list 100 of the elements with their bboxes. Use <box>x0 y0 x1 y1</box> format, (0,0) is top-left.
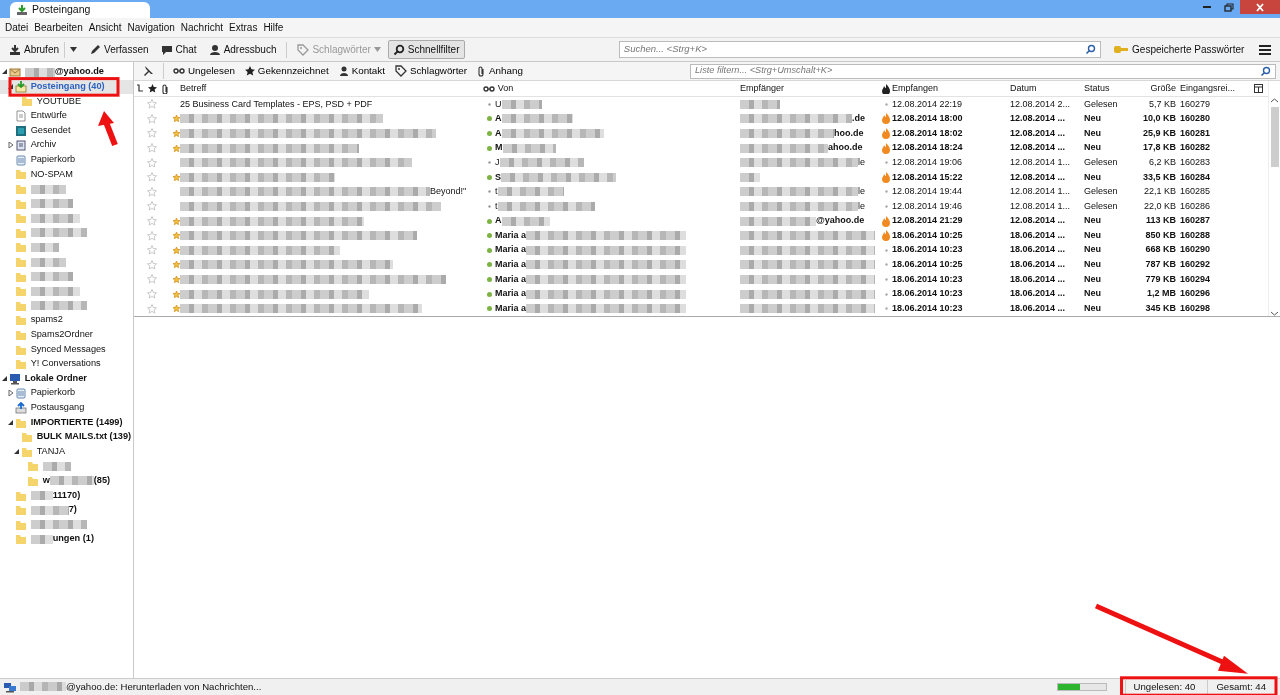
document-icon <box>15 110 27 123</box>
paperclip-icon <box>477 65 487 77</box>
column-header[interactable]: Empfangen <box>892 81 939 96</box>
toolbar-button[interactable]: Schnellfilter <box>387 40 465 59</box>
column-header[interactable]: Eingangsrei... <box>1180 81 1236 96</box>
menu-item[interactable]: Datei <box>2 20 32 35</box>
column-header[interactable]: Betreff <box>180 81 207 96</box>
folder-item[interactable]: Papierkorb <box>0 386 133 401</box>
scroll-up-icon[interactable] <box>1271 98 1278 103</box>
folder-item[interactable]: @yahoo.de <box>0 65 133 80</box>
filter-button[interactable]: Anhang <box>473 63 527 79</box>
paperclip-icon[interactable] <box>160 83 170 94</box>
folder-item[interactable]: Lokale Ordner <box>0 371 133 387</box>
order-text: 160279 <box>1180 97 1211 111</box>
column-header[interactable]: Datum <box>1010 81 1037 96</box>
search-field[interactable]: Suchen... <Strg+K> <box>618 41 1101 58</box>
toolbar-button[interactable]: Adressbuch <box>203 40 282 59</box>
passwords-button[interactable]: Gespeicherte Passwörter <box>1108 40 1250 59</box>
scroll-thumb[interactable] <box>1270 107 1279 167</box>
folder-item[interactable]: IMPORTIERTE (1499) <box>0 415 133 430</box>
star-icon[interactable] <box>147 216 157 227</box>
window-tab[interactable]: Posteingang <box>10 2 150 18</box>
folder-item[interactable]: BULK MAILS.txt (139) <box>0 429 133 445</box>
folder-item[interactable]: TANJA <box>0 444 133 460</box>
star-icon[interactable] <box>147 201 157 212</box>
column-header[interactable]: Von <box>497 81 514 96</box>
star-icon[interactable] <box>147 143 157 154</box>
star-icon[interactable] <box>147 245 157 256</box>
status-text: Gelesen <box>1084 185 1118 199</box>
toolbar-button[interactable]: Abrufen <box>4 40 83 59</box>
menu-item[interactable]: Nachricht <box>177 20 227 35</box>
scroll-down-icon[interactable] <box>1271 311 1278 316</box>
toolbar-button[interactable]: Verfassen <box>84 40 154 59</box>
close-button[interactable] <box>1240 0 1280 14</box>
column-header[interactable]: Größe <box>1150 81 1176 96</box>
star-icon[interactable] <box>147 303 157 314</box>
menu-item[interactable]: Navigation <box>124 20 178 35</box>
minimize-icon <box>1203 6 1211 8</box>
star-icon[interactable] <box>147 84 157 93</box>
thread-icon[interactable] <box>136 84 144 93</box>
folder-item[interactable]: YOUTUBE <box>0 94 133 109</box>
folder-item[interactable]: 7) <box>0 502 133 518</box>
folder-item[interactable]: 11170) <box>0 488 133 503</box>
star-icon[interactable] <box>147 186 157 197</box>
folder-icon <box>15 329 27 341</box>
menu-item[interactable]: Hilfe <box>260 20 287 35</box>
collapsed-icon[interactable] <box>8 390 14 397</box>
filter-button[interactable]: Gekennzeichnet <box>240 63 333 79</box>
filter-button[interactable]: Ungelesen <box>169 63 239 79</box>
column-header[interactable]: Empfänger <box>740 81 785 96</box>
expanded-icon[interactable] <box>14 448 20 455</box>
sender-text: M <box>495 141 503 155</box>
menu-item[interactable]: Extras <box>226 20 261 35</box>
archive-icon <box>15 139 27 152</box>
column-header[interactable]: Status <box>1084 81 1110 96</box>
menu-item[interactable]: Ansicht <box>85 20 125 35</box>
star-icon[interactable] <box>147 128 157 139</box>
collapsed-icon[interactable] <box>8 142 14 149</box>
expanded-icon[interactable] <box>2 375 8 382</box>
folder-item[interactable]: Archiv <box>0 137 133 153</box>
folder-item[interactable]: Synced Messages <box>0 342 133 357</box>
filter-input[interactable]: Liste filtern... <Strg+Umschalt+K> <box>695 64 1260 78</box>
star-icon[interactable] <box>147 113 157 124</box>
glasses-icon[interactable] <box>483 84 495 93</box>
star-icon[interactable] <box>147 157 157 168</box>
folder-item[interactable]: Gesendet <box>0 123 133 138</box>
folder-item[interactable]: w (85) <box>0 473 133 489</box>
chat-icon <box>160 43 173 56</box>
folder-item[interactable]: Papierkorb <box>0 152 133 168</box>
expanded-icon[interactable] <box>8 419 14 426</box>
folder-item[interactable]: Entwürfe <box>0 108 133 124</box>
filter-field[interactable]: Liste filtern... <Strg+Umschalt+K> <box>690 63 1276 79</box>
flame-icon[interactable] <box>882 83 890 94</box>
search-input[interactable]: Suchen... <Strg+K> <box>623 42 1085 57</box>
star-icon[interactable] <box>147 259 157 270</box>
subject-text: Beyond!" <box>430 185 467 199</box>
download-icon <box>16 4 28 16</box>
folder-icon <box>15 299 27 312</box>
folder-item[interactable]: Postausgang <box>0 400 133 416</box>
folder-item[interactable]: Spams2Ordner <box>0 327 133 343</box>
star-icon[interactable] <box>147 289 157 299</box>
star-icon[interactable] <box>147 172 157 183</box>
folder-item[interactable]: Y! Conversations <box>0 356 133 372</box>
folder-item[interactable]: ungen (1) <box>0 532 133 547</box>
subject-text: 25 Business Card Templates - EPS, PSD + PDF <box>180 97 373 111</box>
sender-text: A <box>495 126 502 140</box>
star-icon[interactable] <box>147 274 157 285</box>
toolbar-button[interactable]: Chat <box>155 40 202 59</box>
menu-item[interactable]: Bearbeiten <box>31 20 86 35</box>
folder-label: Postausgang <box>30 401 85 415</box>
filter-button[interactable]: Kontakt <box>334 63 389 79</box>
filter-button[interactable]: Schlagwörter <box>390 63 472 79</box>
star-icon[interactable] <box>147 99 157 110</box>
column-picker-icon[interactable] <box>1254 84 1263 93</box>
folder-label: IMPORTIERTE (1499) <box>30 415 123 429</box>
star-icon[interactable] <box>147 230 157 241</box>
status-text: Neu <box>1084 126 1101 140</box>
folder-item[interactable]: NO-SPAM <box>0 167 133 182</box>
folder-item[interactable]: spams2 <box>0 313 133 328</box>
scrollbar[interactable] <box>1268 81 1280 316</box>
